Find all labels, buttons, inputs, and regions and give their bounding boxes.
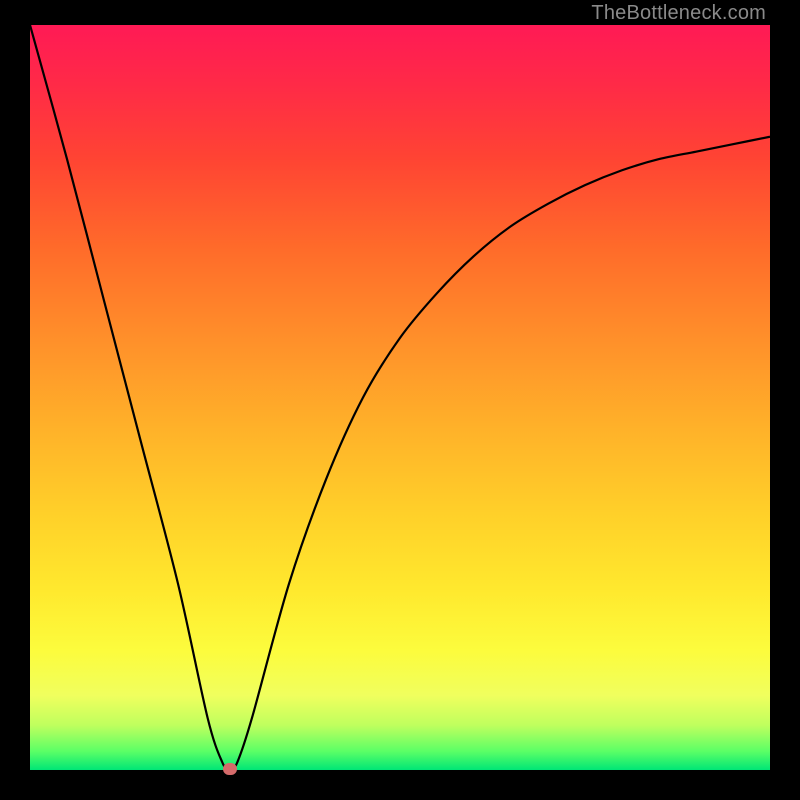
credit-text: TheBottleneck.com [591,2,766,25]
optimal-point-marker [223,763,237,775]
bottleneck-curve [30,25,770,770]
plot-area [30,25,770,770]
chart-frame: TheBottleneck.com [0,0,800,800]
